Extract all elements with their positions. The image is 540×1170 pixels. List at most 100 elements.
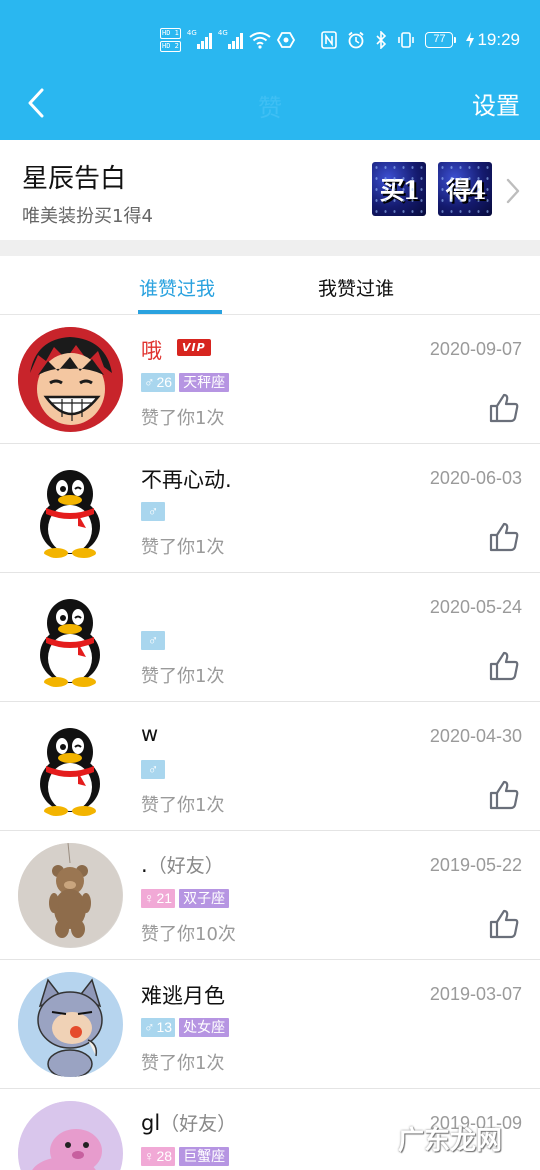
hd2-label: HD 2	[160, 41, 181, 52]
avatar[interactable]	[18, 585, 123, 690]
vibrate-icon	[398, 32, 415, 48]
gender-age-tag: ♀ 28	[141, 1147, 176, 1166]
settings-button[interactable]: 设置	[472, 86, 520, 121]
user-tags: ♂ 13 处女座	[141, 1018, 230, 1038]
tab-who-i-liked[interactable]: 我赞过谁	[318, 274, 394, 301]
status-bar: HD 1 HD 2 4G 4G 77 19:29	[0, 0, 540, 66]
charging-icon	[466, 32, 475, 48]
user-name[interactable]: w	[141, 722, 158, 746]
gender-tag: ♂	[141, 631, 165, 650]
female-icon: ♀	[144, 890, 155, 906]
avatar[interactable]	[18, 843, 123, 948]
hotspot-icon	[276, 32, 295, 48]
wifi-icon	[249, 32, 271, 49]
signal-icon: 4G	[186, 29, 212, 49]
cartoon-cat-avatar-icon	[18, 972, 122, 1077]
like-count-text: 赞了你1次	[141, 537, 225, 558]
avatar[interactable]	[18, 714, 123, 819]
like-date: 2019-05-22	[429, 855, 522, 875]
gender-age-tag: ♂ 13	[141, 1018, 176, 1037]
watermark: 广东龙网	[398, 1126, 503, 1156]
thumbs-up-icon[interactable]	[488, 521, 520, 553]
network-indicators: HD 1 HD 2 4G 4G	[160, 26, 295, 54]
male-icon: ♂	[147, 503, 159, 519]
vip-badge: VIP	[177, 339, 211, 356]
avatar[interactable]	[18, 972, 123, 1077]
avatar[interactable]	[18, 327, 123, 432]
user-tags: ♂	[141, 502, 165, 522]
zodiac-tag: 天秤座	[179, 373, 230, 392]
promo-image-buy: 买1	[372, 162, 426, 216]
page-title: 赞	[258, 94, 282, 122]
male-icon: ♂	[147, 761, 159, 777]
cartoon-boy-avatar-icon	[18, 327, 122, 431]
user-name[interactable]: gl（好友）	[141, 1109, 236, 1136]
list-item[interactable]: w 2020-04-30 ♂ 赞了你1次	[0, 702, 540, 831]
promo-banner[interactable]: 星辰告白 唯美装扮买1得4 买1 得4	[0, 140, 540, 240]
penguin-avatar-icon	[40, 728, 100, 816]
sim1-net-label: 4G	[186, 29, 197, 37]
like-date: 2020-04-30	[429, 726, 522, 746]
user-name[interactable]: 不再心动.	[141, 464, 232, 494]
tab-who-liked-me[interactable]: 谁赞过我	[139, 274, 215, 301]
male-icon: ♂	[144, 1019, 155, 1035]
clock: 19:29	[477, 30, 520, 49]
male-icon: ♂	[144, 374, 155, 390]
user-tags: ♀ 21 双子座	[141, 889, 230, 909]
title-bar: 赞 设置	[0, 66, 540, 140]
age-label: 28	[156, 1148, 173, 1164]
user-name[interactable]: 哦	[141, 335, 162, 365]
friend-label: （好友）	[160, 1113, 237, 1135]
like-date: 2019-03-07	[429, 984, 522, 1004]
section-divider	[0, 240, 540, 256]
list-item[interactable]: 2020-05-24 ♂ 赞了你1次	[0, 573, 540, 702]
pink-seal-avatar-icon	[18, 1101, 122, 1170]
like-count-text: 赞了你1次	[141, 795, 225, 816]
alarm-icon	[348, 31, 365, 49]
like-count-text: 赞了你10次	[141, 924, 236, 945]
zodiac-tag: 处女座	[179, 1018, 230, 1037]
list-item[interactable]: 哦 VIP 2020-09-07 ♂ 26 天秤座 赞了你1次	[0, 315, 540, 444]
hd1-label: HD 1	[160, 28, 181, 39]
thumbs-up-icon[interactable]	[488, 908, 520, 940]
nfc-icon	[321, 31, 338, 49]
user-tags: ♂	[141, 760, 165, 780]
sim2-net-label: 4G	[217, 29, 228, 37]
user-name[interactable]: 难逃月色	[141, 980, 225, 1010]
user-name[interactable]: .（好友）	[141, 851, 224, 878]
tab-bar: 谁赞过我 我赞过谁	[0, 256, 540, 315]
friend-label: （好友）	[147, 855, 224, 877]
age-label: 13	[156, 1019, 173, 1035]
age-label: 26	[156, 374, 173, 390]
penguin-avatar-icon	[40, 470, 100, 558]
user-tags: ♂	[141, 631, 165, 651]
like-date: 2020-06-03	[429, 468, 522, 488]
list-item[interactable]: .（好友） 2019-05-22 ♀ 21 双子座 赞了你10次	[0, 831, 540, 960]
user-name-text: .	[141, 853, 148, 877]
hd-badge: HD 1 HD 2	[160, 28, 181, 52]
gender-age-tag: ♂ 26	[141, 373, 176, 392]
like-count-text: 赞了你1次	[141, 408, 225, 429]
female-icon: ♀	[144, 1148, 155, 1164]
thumbs-up-icon[interactable]	[488, 650, 520, 682]
zodiac-tag: 巨蟹座	[179, 1147, 230, 1166]
teddy-bear-avatar-icon	[18, 843, 122, 947]
avatar[interactable]	[18, 1101, 123, 1170]
like-date: 2020-05-24	[429, 597, 522, 617]
like-count-text: 赞了你1次	[141, 666, 225, 687]
chevron-right-icon	[506, 178, 520, 204]
thumbs-up-icon[interactable]	[488, 392, 520, 424]
list-item[interactable]: 难逃月色 2019-03-07 ♂ 13 处女座 赞了你1次	[0, 960, 540, 1089]
promo-image-get: 得4	[438, 162, 492, 216]
gender-age-tag: ♀ 21	[141, 889, 176, 908]
user-tags: ♂ 26 天秤座	[141, 373, 230, 393]
likes-list: 哦 VIP 2020-09-07 ♂ 26 天秤座 赞了你1次 不再心动. 20…	[0, 315, 540, 1170]
gender-tag: ♂	[141, 760, 165, 779]
system-indicators: 77 19:29	[321, 27, 520, 53]
signal-icon: 4G	[217, 29, 243, 49]
list-item[interactable]: 不再心动. 2020-06-03 ♂ 赞了你1次	[0, 444, 540, 573]
avatar[interactable]	[18, 456, 123, 561]
gender-tag: ♂	[141, 502, 165, 521]
active-tab-indicator	[138, 310, 222, 314]
thumbs-up-icon[interactable]	[488, 779, 520, 811]
